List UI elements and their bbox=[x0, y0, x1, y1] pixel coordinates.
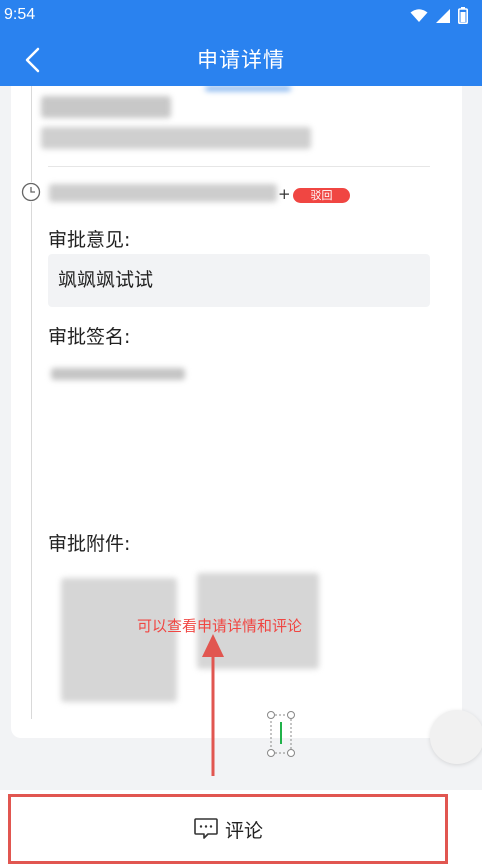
opinion-text: 飒飒飒试试 bbox=[48, 254, 430, 307]
redacted-detail bbox=[41, 127, 311, 149]
signature-label: 审批签名: bbox=[48, 326, 131, 348]
comment-button[interactable]: 评论 bbox=[11, 797, 445, 861]
wifi-icon bbox=[410, 8, 428, 22]
divider bbox=[48, 166, 430, 167]
app-bar: 申请详情 bbox=[0, 33, 482, 86]
comment-icon bbox=[194, 818, 218, 839]
annotation-arrow bbox=[202, 634, 224, 776]
approval-content[interactable]: + 驳回 审批意见: 飒飒飒试试 审批签名: 审批附件: 可以查看申请详情和评论 bbox=[0, 86, 482, 790]
approval-card: + 驳回 审批意见: 飒飒飒试试 审批签名: 审批附件: bbox=[11, 86, 462, 738]
status-badge: 驳回 bbox=[293, 188, 350, 203]
redacted-approver bbox=[49, 184, 277, 202]
bottom-bar: 评论 bbox=[0, 790, 482, 868]
clock-icon bbox=[21, 182, 41, 202]
comment-label: 评论 bbox=[224, 819, 263, 842]
floating-button[interactable] bbox=[430, 710, 482, 764]
opinion-label: 审批意见: bbox=[48, 229, 131, 251]
signal-icon bbox=[436, 8, 450, 23]
plus-icon: + bbox=[278, 185, 291, 203]
status-icons bbox=[410, 7, 468, 24]
status-bar: 9:54 bbox=[0, 0, 482, 33]
timeline-line bbox=[31, 86, 32, 719]
redacted-top-bar bbox=[205, 86, 291, 91]
text-cursor-handle[interactable] bbox=[267, 710, 295, 758]
annotation-highlight-box: 评论 bbox=[8, 794, 448, 864]
status-time: 9:54 bbox=[4, 6, 36, 23]
battery-icon bbox=[458, 7, 468, 24]
attachments-label: 审批附件: bbox=[48, 533, 131, 555]
redacted-name bbox=[41, 96, 171, 118]
attachment-thumb-1[interactable] bbox=[61, 578, 177, 702]
page-title: 申请详情 bbox=[197, 48, 285, 72]
signature-image[interactable] bbox=[51, 368, 185, 380]
